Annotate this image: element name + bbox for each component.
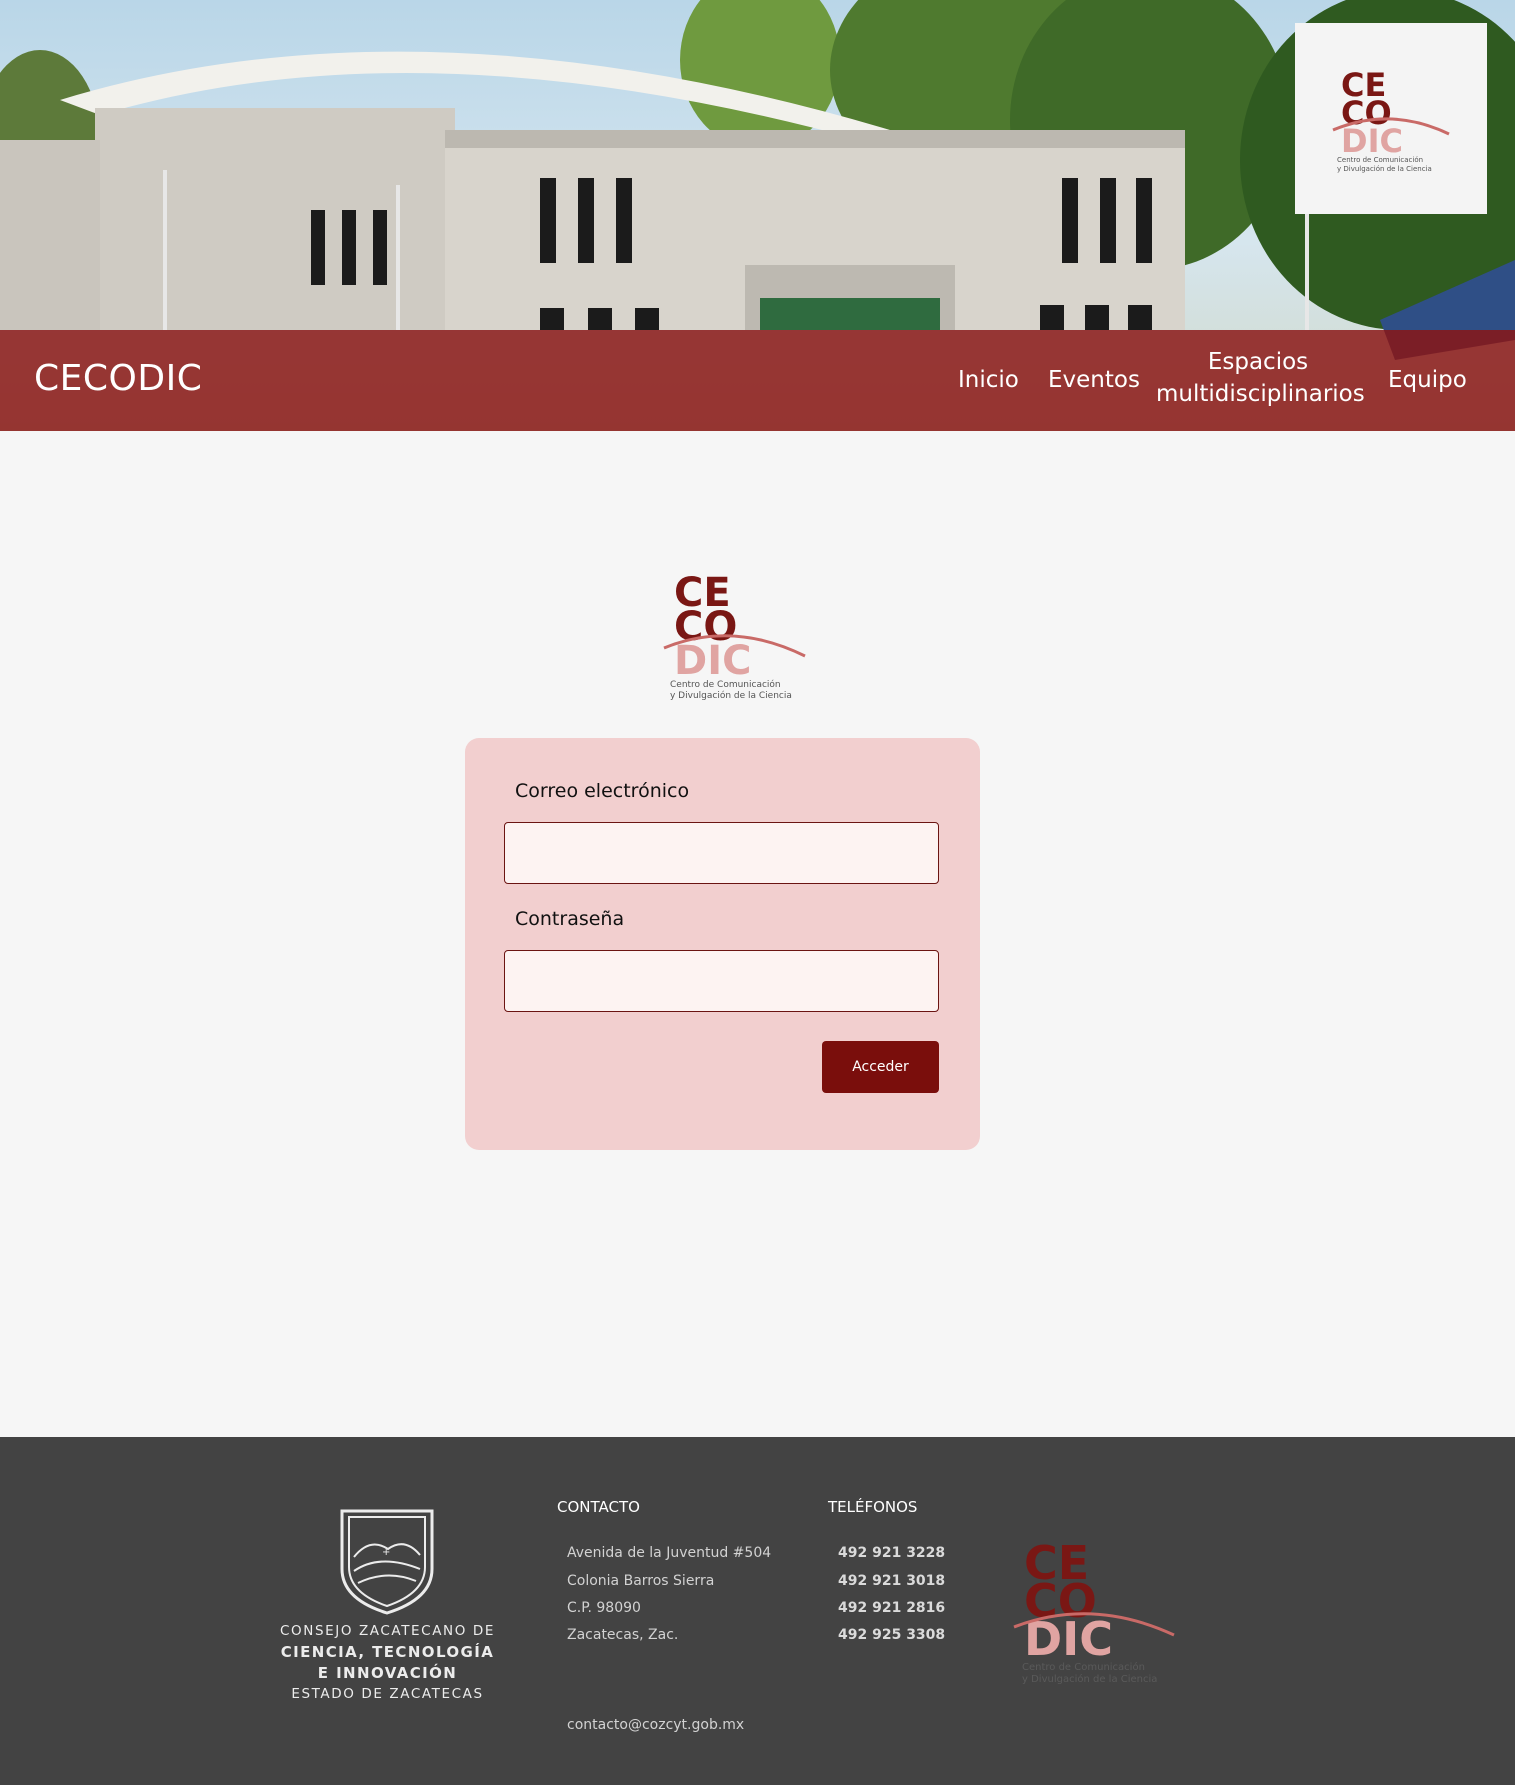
acceder-button[interactable]: Acceder bbox=[822, 1041, 939, 1093]
nav-inicio[interactable]: Inicio bbox=[958, 364, 1019, 396]
cecodic-logo: CE CO DIC Centro de Comunicación y Divul… bbox=[1332, 66, 1450, 173]
nav-equipo[interactable]: Equipo bbox=[1388, 364, 1467, 396]
footer: + CONSEJO ZACATECANO DE CIENCIA, TECNOLO… bbox=[0, 1437, 1515, 1785]
logo-subtitle-2: y Divulgación de la Ciencia bbox=[1337, 165, 1432, 173]
password-field[interactable] bbox=[504, 950, 939, 1012]
logo-subtitle-1: Centro de Comunicación bbox=[1337, 156, 1423, 164]
address-line: Colonia Barros Sierra bbox=[567, 1573, 715, 1589]
org-line-4: ESTADO DE ZACATECAS bbox=[291, 1686, 484, 1702]
contact-heading: CONTACTO bbox=[557, 1498, 640, 1516]
phones-heading: TELÉFONOS bbox=[828, 1498, 918, 1516]
hero-banner: CE CO DIC Centro de Comunicación y Divul… bbox=[0, 0, 1515, 431]
org-line-2: CIENCIA, TECNOLOGÍA bbox=[280, 1643, 495, 1661]
email-field[interactable] bbox=[504, 822, 939, 884]
login-form: Correo electrónico Contraseña Acceder bbox=[465, 738, 980, 1150]
cecodic-logo: CE CO DIC Centro de Comunicación y Divul… bbox=[1013, 1536, 1175, 1685]
address-line: Avenida de la Juventud #504 bbox=[567, 1545, 772, 1561]
cecodic-logo: CE CO DIC Centro de Comunicación y Divul… bbox=[663, 570, 806, 701]
hero-logo-card[interactable]: CE CO DIC Centro de Comunicación y Divul… bbox=[1295, 23, 1487, 214]
center-logo: CE CO DIC Centro de Comunicación y Divul… bbox=[662, 568, 807, 707]
brand-title[interactable]: CECODIC bbox=[34, 358, 202, 399]
logo-dic: DIC bbox=[674, 638, 751, 684]
phone-number: 492 921 3228 bbox=[838, 1545, 946, 1561]
shield-icon: + bbox=[340, 1509, 434, 1615]
password-label: Contraseña bbox=[515, 908, 625, 930]
logo-dic: DIC bbox=[1341, 122, 1403, 160]
nav-espacios-multidisciplinarios[interactable]: Espacios multidisciplinarios bbox=[1156, 346, 1365, 410]
logo-subtitle-2: y Divulgación de la Ciencia bbox=[670, 690, 792, 701]
logo-subtitle-2: y Divulgación de la Ciencia bbox=[1022, 1673, 1157, 1685]
nav-eventos[interactable]: Eventos bbox=[1048, 364, 1140, 396]
org-line-1: CONSEJO ZACATECANO DE bbox=[280, 1623, 495, 1639]
phone-number: 492 921 3018 bbox=[838, 1573, 946, 1589]
address-line: C.P. 98090 bbox=[567, 1600, 641, 1616]
logo-subtitle-1: Centro de Comunicación bbox=[670, 679, 781, 690]
logo-subtitle-1: Centro de Comunicación bbox=[1022, 1661, 1145, 1673]
main-navbar: CECODIC Inicio Eventos Espacios multidis… bbox=[0, 330, 1515, 431]
email-label: Correo electrónico bbox=[515, 780, 690, 802]
svg-text:+: + bbox=[382, 1547, 390, 1558]
contact-email-link[interactable]: contacto@cozcyt.gob.mx bbox=[567, 1717, 744, 1733]
address-line: Zacatecas, Zac. bbox=[567, 1627, 679, 1643]
cozcyt-logo: + CONSEJO ZACATECANO DE CIENCIA, TECNOLO… bbox=[270, 1507, 505, 1702]
phone-number: 492 921 2816 bbox=[838, 1600, 946, 1616]
org-line-3: E INNOVACIÓN bbox=[317, 1664, 458, 1682]
phone-number: 492 925 3308 bbox=[838, 1627, 946, 1643]
footer-cecodic-logo: CE CO DIC Centro de Comunicación y Divul… bbox=[1012, 1536, 1177, 1691]
